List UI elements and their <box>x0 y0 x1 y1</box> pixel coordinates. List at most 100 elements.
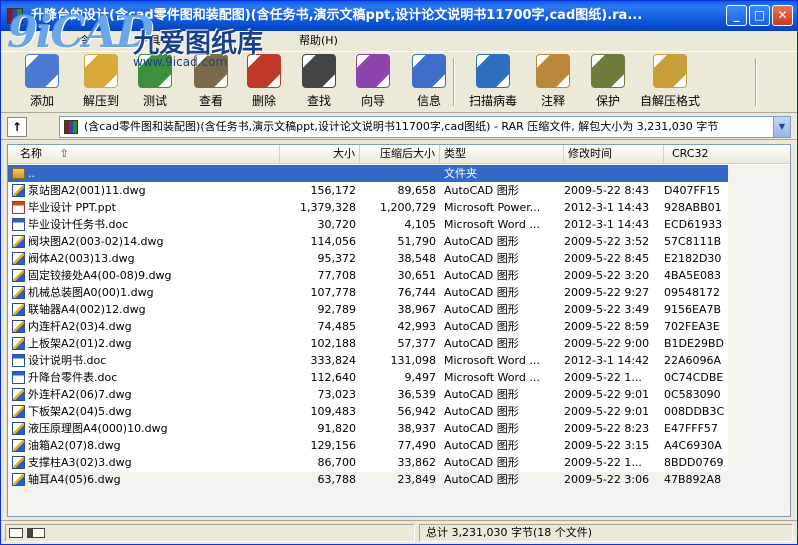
status-left-pane <box>5 524 415 542</box>
file-name: 支撑柱A3(02)3.dwg <box>28 456 132 469</box>
file-modified: 2009-5-22 3:52 <box>564 235 650 248</box>
toolbar-button-delete[interactable]: 删除 <box>239 54 289 110</box>
file-type: AutoCAD 图形 <box>444 388 519 401</box>
column-header-type[interactable]: 类型 <box>440 145 564 164</box>
file-row[interactable]: 上板架A2(01)2.dwg 102,188 57,377 AutoCAD 图形 200… <box>8 335 790 352</box>
key-icon[interactable] <box>27 528 45 538</box>
address-bar: ↑ (含cad零件图和装配图)(含任务书,演示文稿ppt,设计论文说明书1170… <box>1 114 797 140</box>
column-header-modified[interactable]: 修改时间 <box>564 145 664 164</box>
column-header-name[interactable]: 名称 ⇧ <box>8 145 280 164</box>
file-row[interactable]: 设计说明书.doc 333,824 131,098 Microsoft Word ..… <box>8 352 790 369</box>
toolbar-button-test-check[interactable]: 测试 <box>129 54 181 110</box>
file-row[interactable]: 支撑柱A3(02)3.dwg 86,700 33,862 AutoCAD 图形 2009… <box>8 454 790 471</box>
menu-item-tools[interactable]: 具 <box>142 31 169 51</box>
toolbar: 添加 解压到 测试 查看 删除 查找 向导 信息 扫描病毒 注释 保护 自解压格式 <box>1 51 797 113</box>
file-size: 333,824 <box>310 354 357 367</box>
autocad-file-icon <box>12 286 25 299</box>
file-size: 86,700 <box>317 456 357 469</box>
file-row[interactable]: 外连杆A2(06)7.dwg 73,023 36,539 AutoCAD 图形 2009… <box>8 386 790 403</box>
file-row[interactable]: 毕业设计任务书.doc 30,720 4,105 Microsoft Word ...… <box>8 216 790 233</box>
file-modified: 2009-5-22 9:01 <box>564 388 650 401</box>
column-header-crc[interactable]: CRC32 <box>664 145 790 164</box>
file-name-cell: 轴耳A4(05)6.dwg <box>12 471 278 488</box>
file-crc: 22A6096A <box>664 354 722 367</box>
file-modified: 2009-5-22 9:00 <box>564 337 650 350</box>
winrar-app-icon[interactable] <box>7 8 23 24</box>
autocad-file-icon <box>12 269 25 282</box>
file-list[interactable]: 名称 ⇧ 大小 压缩后大小 类型 修改时间 CRC32 .. 文件夹 泵站图A2… <box>7 144 791 517</box>
autocad-file-icon <box>12 405 25 418</box>
file-size: 74,485 <box>317 320 357 333</box>
toolbar-button-comment[interactable]: 注释 <box>527 54 579 110</box>
toolbar-button-books[interactable]: 添加 <box>15 54 69 110</box>
file-crc: 47B892A8 <box>664 473 722 486</box>
file-packed-size: 76,744 <box>397 286 437 299</box>
file-row[interactable]: 毕业设计 PPT.ppt 1,379,328 1,200,729 Microsoft … <box>8 199 790 216</box>
parent-folder-row[interactable]: .. 文件夹 <box>8 165 728 182</box>
list-header: 名称 ⇧ 大小 压缩后大小 类型 修改时间 CRC32 <box>8 145 790 164</box>
minimize-button[interactable]: _ <box>726 5 747 26</box>
file-modified: 2009-5-22 9:01 <box>564 405 650 418</box>
file-row[interactable]: 升降台零件表.doc 112,640 9,497 Microsoft Word ...… <box>8 369 790 386</box>
toolbar-button-view-book[interactable]: 查看 <box>185 54 237 110</box>
toolbar-button-shield[interactable]: 保护 <box>583 54 633 110</box>
address-combobox[interactable]: (含cad零件图和装配图)(含任务书,演示文稿ppt,设计论文说明书11700字… <box>59 116 791 138</box>
toolbar-button-virus-scan[interactable]: 扫描病毒 <box>463 54 523 110</box>
file-modified: 2009-5-22 1... <box>564 456 642 469</box>
file-name-cell: 内连杆A2(03)4.dwg <box>12 318 278 335</box>
info-icon <box>412 54 446 88</box>
file-name-cell: 液压原理图A4(000)10.dwg <box>12 420 278 437</box>
toolbar-button-folder-extract[interactable]: 解压到 <box>73 54 129 110</box>
column-header-packed[interactable]: 压缩后大小 <box>360 145 440 164</box>
binoculars-icon <box>302 54 336 88</box>
maximize-button[interactable]: □ <box>749 5 770 26</box>
toolbar-button-label: 扫描病毒 <box>468 94 517 108</box>
toolbar-button-label: 添加 <box>29 94 54 108</box>
file-row[interactable]: 固定铰接处A4(00-08)9.dwg 77,708 30,651 AutoCAD 图… <box>8 267 790 284</box>
file-name-cell: 阀块图A2(003-02)14.dwg <box>12 233 278 250</box>
file-row[interactable]: 内连杆A2(03)4.dwg 74,485 42,993 AutoCAD 图形 2009… <box>8 318 790 335</box>
file-modified: 2009-5-22 8:23 <box>564 422 650 435</box>
drive-icon[interactable] <box>9 528 23 538</box>
file-name: 联轴器A4(002)12.dwg <box>28 303 146 316</box>
shield-icon <box>591 54 625 88</box>
file-row[interactable]: 阀体A2(003)13.dwg 95,372 38,548 AutoCAD 图形 200… <box>8 250 790 267</box>
status-bar: 总计 3,231,030 字节(18 个文件) <box>1 520 797 544</box>
file-type: Microsoft Word ... <box>444 371 540 384</box>
delete-icon <box>247 54 281 88</box>
toolbar-button-info[interactable]: 信息 <box>403 54 455 110</box>
file-name-cell: 毕业设计任务书.doc <box>12 216 278 233</box>
file-name-cell: 外连杆A2(06)7.dwg <box>12 386 278 403</box>
file-row[interactable]: 机械总装图A0(00)1.dwg 107,778 76,744 AutoCAD 图形 2… <box>8 284 790 301</box>
file-crc: 0C583090 <box>664 388 721 401</box>
file-row[interactable]: 液压原理图A4(000)10.dwg 91,820 38,937 AutoCAD 图形… <box>8 420 790 437</box>
file-row[interactable]: 阀块图A2(003-02)14.dwg 114,056 51,790 AutoCAD … <box>8 233 790 250</box>
file-type: AutoCAD 图形 <box>444 286 519 299</box>
file-row[interactable]: 油箱A2(07)8.dwg 129,156 77,490 AutoCAD 图形 2009… <box>8 437 790 454</box>
file-modified: 2009-5-22 8:43 <box>564 184 650 197</box>
file-row[interactable]: 下板架A2(04)5.dwg 109,483 56,942 AutoCAD 图形 200… <box>8 403 790 420</box>
file-packed-size: 57,377 <box>397 337 437 350</box>
toolbar-button-binoculars[interactable]: 查找 <box>293 54 345 110</box>
toolbar-button-label: 查找 <box>306 94 331 108</box>
toolbar-button-wizard[interactable]: 向导 <box>347 54 399 110</box>
file-packed-size: 131,098 <box>390 354 437 367</box>
powerpoint-file-icon <box>12 201 25 214</box>
toolbar-button-label: 自解压格式 <box>639 94 700 108</box>
toolbar-button-sfx-archive[interactable]: 自解压格式 <box>637 54 703 110</box>
file-modified: 2009-5-22 1... <box>564 371 642 384</box>
file-crc: ECD61933 <box>664 218 723 231</box>
file-size: 107,778 <box>310 286 357 299</box>
file-row[interactable]: 轴耳A4(05)6.dwg 63,788 23,849 AutoCAD 图形 2009-… <box>8 471 790 488</box>
file-row[interactable]: 联轴器A4(002)12.dwg 92,789 38,967 AutoCAD 图形 20… <box>8 301 790 318</box>
menu-item-help[interactable]: 帮助(H) <box>291 31 346 51</box>
file-packed-size: 38,548 <box>397 252 437 265</box>
column-header-size[interactable]: 大小 <box>280 145 360 164</box>
up-folder-button[interactable]: ↑ <box>7 117 27 137</box>
file-name: 外连杆A2(06)7.dwg <box>28 388 132 401</box>
menu-item-commands[interactable]: 令 <box>71 31 98 51</box>
title-bar[interactable]: 升降台的设计(含cad零件图和装配图)(含任务书,演示文稿ppt,设计论文说明书… <box>1 1 797 31</box>
file-row[interactable]: 泵站图A2(001)11.dwg 156,172 89,658 AutoCAD 图形 2… <box>8 182 790 199</box>
chevron-down-icon[interactable]: ▼ <box>773 117 790 137</box>
close-button[interactable]: ✕ <box>772 5 793 26</box>
